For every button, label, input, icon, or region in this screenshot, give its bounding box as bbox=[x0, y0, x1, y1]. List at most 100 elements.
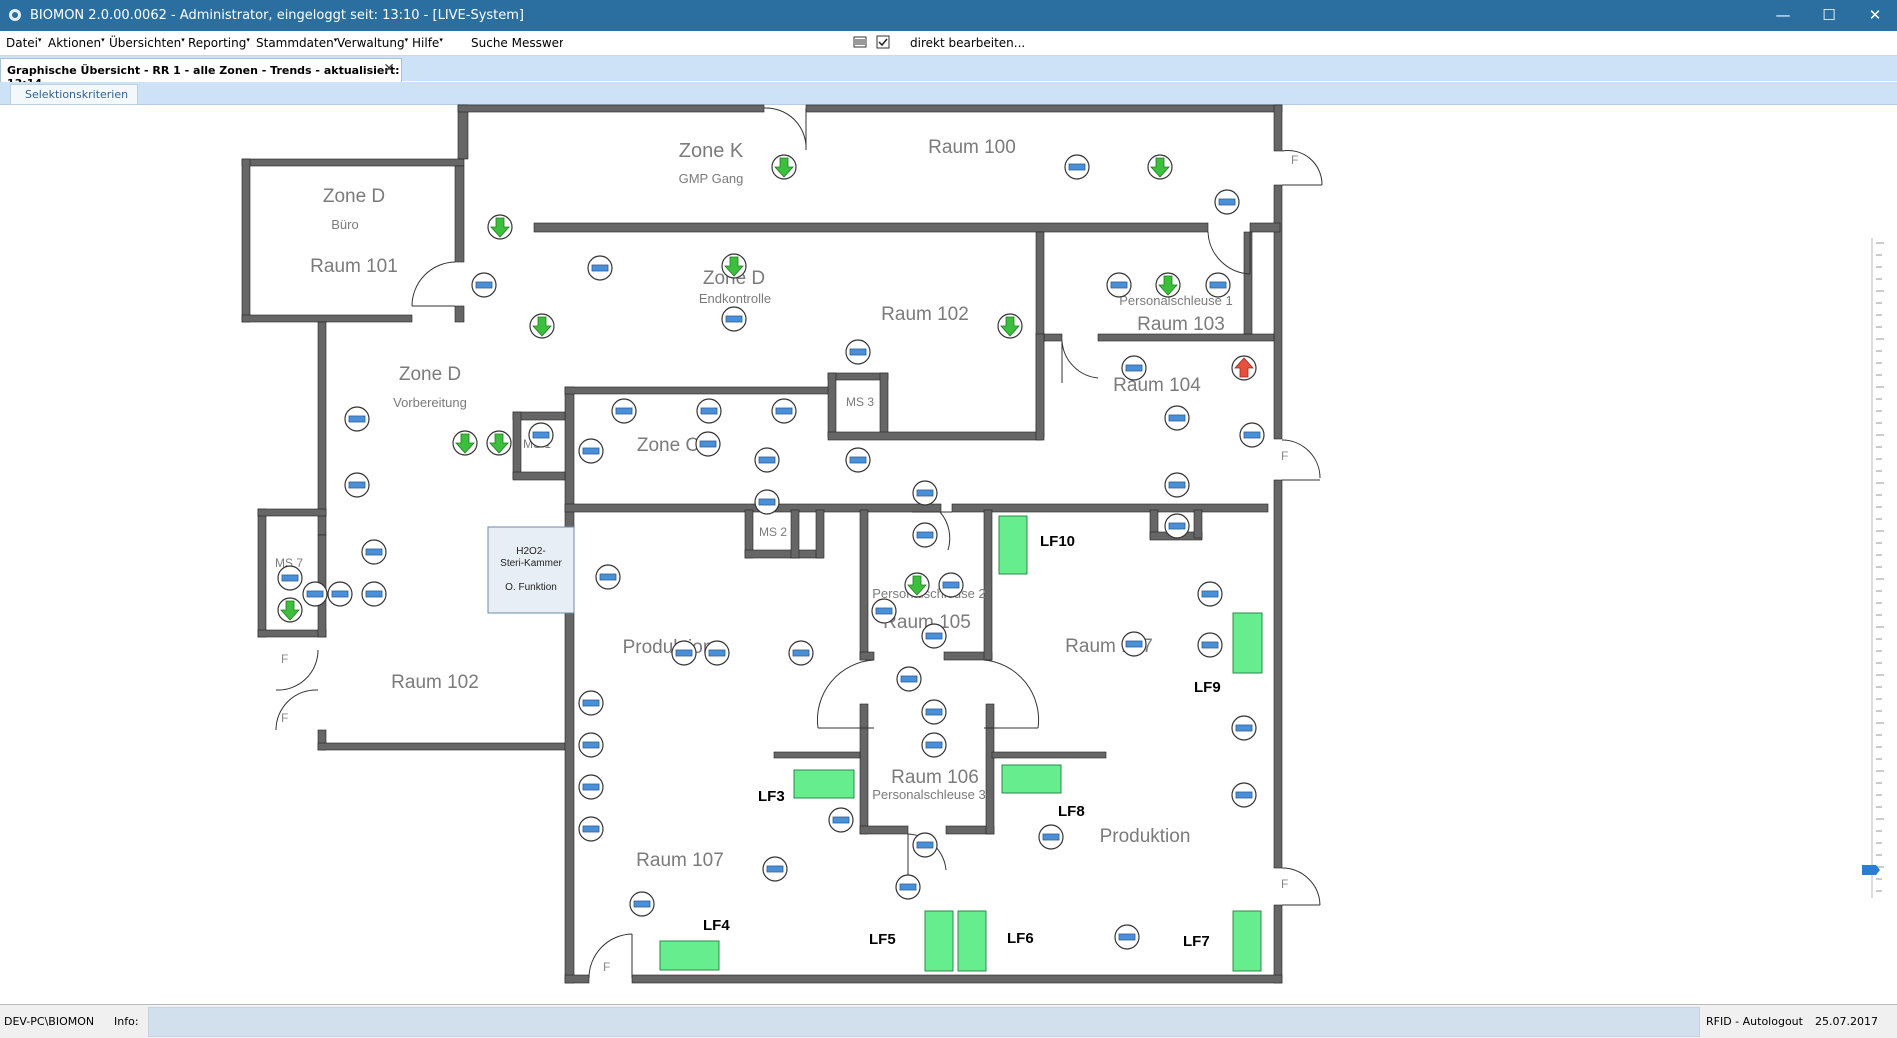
sensor-trend-stable[interactable] bbox=[611, 398, 637, 424]
sensor-trend-stable[interactable] bbox=[1038, 824, 1064, 850]
barcode-icon[interactable] bbox=[853, 35, 867, 49]
sensor-trend-down[interactable] bbox=[452, 430, 478, 456]
sensor-trend-stable[interactable] bbox=[1231, 782, 1257, 808]
close-button[interactable]: ✕ bbox=[1852, 0, 1897, 31]
sensor-trend-stable[interactable] bbox=[302, 581, 328, 607]
menu-uebersichten[interactable]: Übersichten▾ bbox=[109, 36, 185, 50]
sensor-trend-stable[interactable] bbox=[344, 472, 370, 498]
sensor-trend-down[interactable] bbox=[771, 154, 797, 180]
sensor-trend-down[interactable] bbox=[277, 597, 303, 623]
hood-lf9[interactable] bbox=[1232, 612, 1263, 674]
sensor-trend-stable[interactable] bbox=[912, 832, 938, 858]
sensor-trend-stable[interactable] bbox=[528, 422, 554, 448]
sensor-trend-stable[interactable] bbox=[921, 623, 947, 649]
status-date: 25.07.2017 bbox=[1815, 1015, 1878, 1028]
hood-lf10[interactable] bbox=[998, 515, 1028, 575]
sensor-trend-stable[interactable] bbox=[361, 539, 387, 565]
menu-aktionen[interactable]: Aktionen▾ bbox=[48, 36, 105, 50]
sensor-trend-down[interactable] bbox=[1155, 272, 1181, 298]
sensor-trend-stable[interactable] bbox=[1106, 272, 1132, 298]
sensor-trend-stable[interactable] bbox=[921, 699, 947, 725]
menu-stammdaten[interactable]: Stammdaten▾ bbox=[256, 36, 337, 50]
sensor-trend-stable[interactable] bbox=[845, 447, 871, 473]
sensor-trend-stable[interactable] bbox=[754, 447, 780, 473]
edit-label[interactable]: direkt bearbeiten... bbox=[910, 36, 1025, 50]
sensor-trend-stable[interactable] bbox=[788, 640, 814, 666]
sensor-trend-stable[interactable] bbox=[871, 598, 897, 624]
maximize-button[interactable]: ☐ bbox=[1806, 0, 1852, 31]
menu-hilfe[interactable]: Hilfe▾ bbox=[412, 36, 443, 50]
sensor-trend-stable[interactable] bbox=[1197, 581, 1223, 607]
sensor-trend-stable[interactable] bbox=[277, 565, 303, 591]
hood-lf5[interactable] bbox=[924, 910, 954, 972]
sensor-trend-stable[interactable] bbox=[578, 816, 604, 842]
sensor-trend-stable[interactable] bbox=[1064, 154, 1090, 180]
sensor-trend-stable[interactable] bbox=[828, 807, 854, 833]
menu-datei[interactable]: Datei▾ bbox=[6, 36, 42, 50]
sensor-trend-stable[interactable] bbox=[1164, 513, 1190, 539]
sensor-trend-stable[interactable] bbox=[595, 564, 621, 590]
sensor-trend-down[interactable] bbox=[904, 572, 930, 598]
minimize-button[interactable]: — bbox=[1760, 0, 1806, 31]
tab-overview[interactable]: Graphische Übersicht - RR 1 - alle Zonen… bbox=[0, 58, 402, 90]
menu-verwaltung[interactable]: Verwaltung▾ bbox=[337, 36, 408, 50]
hood-lf7[interactable] bbox=[1232, 910, 1262, 972]
sensor-trend-stable[interactable] bbox=[938, 572, 964, 598]
sensor-trend-stable[interactable] bbox=[921, 732, 947, 758]
sensor-trend-down[interactable] bbox=[529, 313, 555, 339]
sensor-trend-stable[interactable] bbox=[895, 874, 921, 900]
sensor-trend-stable[interactable] bbox=[578, 732, 604, 758]
sensor-trend-stable[interactable] bbox=[695, 431, 721, 457]
sensor-trend-stable[interactable] bbox=[578, 774, 604, 800]
sensor-trend-stable[interactable] bbox=[1164, 405, 1190, 431]
sensor-trend-stable[interactable] bbox=[471, 272, 497, 298]
walls bbox=[241, 104, 1283, 984]
hood-lf8[interactable] bbox=[1001, 764, 1062, 794]
sensor-trend-stable[interactable] bbox=[912, 480, 938, 506]
sensor-trend-stable[interactable] bbox=[578, 690, 604, 716]
sensor-trend-stable[interactable] bbox=[629, 891, 655, 917]
sensor-trend-stable[interactable] bbox=[1114, 924, 1140, 950]
sensor-trend-down[interactable] bbox=[486, 430, 512, 456]
sensor-trend-stable[interactable] bbox=[762, 856, 788, 882]
sensor-trend-down[interactable] bbox=[487, 214, 513, 240]
sensor-trend-stable[interactable] bbox=[671, 640, 697, 666]
menu-reporting[interactable]: Reporting▾ bbox=[188, 36, 250, 50]
sub-toolbar: Selektionskriterien bbox=[0, 82, 1897, 105]
zoom-slider[interactable] bbox=[1862, 238, 1886, 898]
edit-checkbox[interactable] bbox=[876, 35, 890, 49]
hood-lf3[interactable] bbox=[793, 769, 855, 799]
sensor-trend-stable[interactable] bbox=[587, 255, 613, 281]
tab-close-icon[interactable]: ✕ bbox=[383, 61, 395, 77]
sensor-trend-stable[interactable] bbox=[1239, 422, 1265, 448]
sensor-trend-stable[interactable] bbox=[771, 398, 797, 424]
sensor-trend-stable[interactable] bbox=[1231, 715, 1257, 741]
hood-lf6[interactable] bbox=[957, 910, 987, 972]
sensor-trend-down[interactable] bbox=[997, 313, 1023, 339]
steri-chamber[interactable] bbox=[487, 526, 575, 614]
sensor-trend-stable[interactable] bbox=[696, 398, 722, 424]
hood-lf4[interactable] bbox=[659, 940, 720, 971]
sensor-trend-down[interactable] bbox=[1147, 154, 1173, 180]
sensor-trend-stable[interactable] bbox=[896, 666, 922, 692]
selection-criteria-button[interactable]: Selektionskriterien bbox=[10, 84, 138, 105]
sensor-trend-stable[interactable] bbox=[1205, 272, 1231, 298]
sensor-trend-down[interactable] bbox=[721, 253, 747, 279]
sensor-trend-stable[interactable] bbox=[1121, 631, 1147, 657]
sensor-trend-up[interactable] bbox=[1231, 355, 1257, 381]
sensor-trend-stable[interactable] bbox=[361, 581, 387, 607]
search-input[interactable] bbox=[563, 33, 843, 52]
sensor-trend-stable[interactable] bbox=[1197, 632, 1223, 658]
sensor-trend-stable[interactable] bbox=[1214, 189, 1240, 215]
sensor-trend-stable[interactable] bbox=[721, 306, 747, 332]
sensor-trend-stable[interactable] bbox=[1164, 472, 1190, 498]
sensor-trend-stable[interactable] bbox=[327, 581, 353, 607]
sensor-trend-stable[interactable] bbox=[754, 489, 780, 515]
steri-label-3: O. Funktion bbox=[505, 582, 557, 593]
sensor-trend-stable[interactable] bbox=[578, 438, 604, 464]
sensor-trend-stable[interactable] bbox=[344, 406, 370, 432]
sensor-trend-stable[interactable] bbox=[845, 339, 871, 365]
sensor-trend-stable[interactable] bbox=[1121, 355, 1147, 381]
sensor-trend-stable[interactable] bbox=[704, 640, 730, 666]
sensor-trend-stable[interactable] bbox=[912, 522, 938, 548]
